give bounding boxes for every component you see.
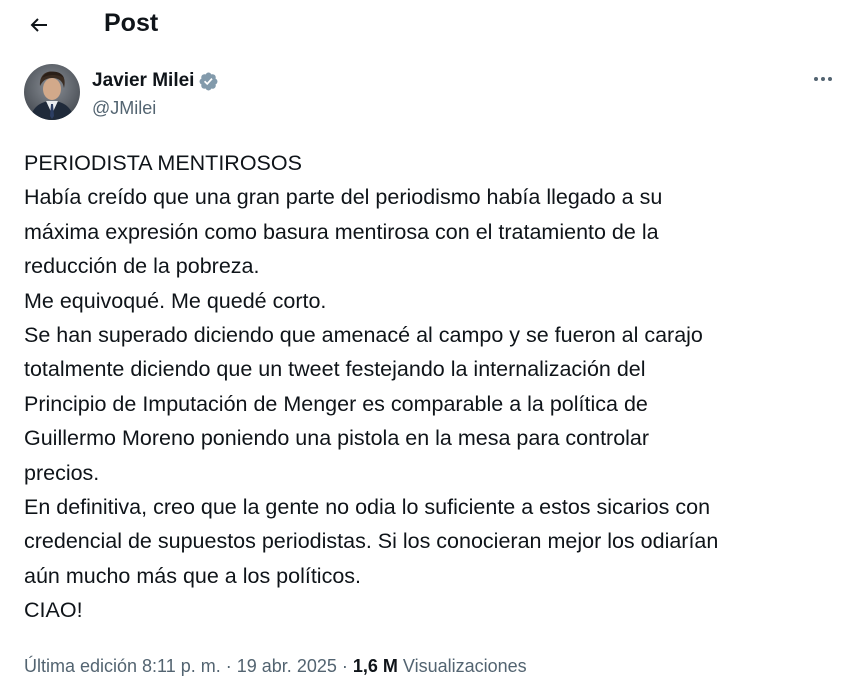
tweet-line: credencial de supuestos periodistas. Si …	[24, 529, 719, 554]
page-title: Post	[104, 9, 159, 37]
more-icon	[814, 77, 832, 81]
tweet-metadata: Última edición 8:11 p. m. · 19 abr. 2025…	[24, 653, 527, 679]
tweet-line: aún mucho más que a los políticos.	[24, 563, 362, 588]
edited-timestamp-link[interactable]: Última edición 8:11 p. m.	[24, 656, 221, 676]
avatar[interactable]	[24, 64, 80, 120]
more-options-button[interactable]	[808, 66, 838, 92]
tweet-line: Guillermo Moreno poniendo una pistola en…	[24, 426, 650, 451]
user-handle[interactable]: @JMilei	[92, 96, 156, 120]
separator: ·	[336, 656, 353, 676]
tweet-line: PERIODISTA MENTIROSOS	[24, 151, 302, 175]
separator: ·	[220, 656, 237, 676]
tweet-text: PERIODISTA MENTIROSOS Había creído que u…	[24, 146, 844, 628]
tweet-line: En definitiva, creo que la gente no odia…	[24, 495, 711, 520]
post-date-link[interactable]: 19 abr. 2025	[237, 656, 337, 676]
back-button[interactable]	[22, 8, 56, 42]
tweet-line: Principio de Imputación de Menger es com…	[24, 391, 648, 416]
name-row: Javier Milei	[92, 68, 219, 94]
back-arrow-icon	[30, 18, 47, 32]
tweet-line: CIAO!	[24, 598, 83, 623]
views-count: 1,6 M	[352, 656, 398, 676]
views-label: Visualizaciones	[397, 656, 527, 676]
tweet-line: Había creído que una gran parte del peri…	[24, 185, 663, 210]
tweet-line: máxima expresión como basura mentirosa c…	[24, 219, 659, 244]
profile-photo-icon	[24, 64, 80, 120]
tweet-line: totalmente diciendo que un tweet festeja…	[24, 357, 646, 382]
tweet-line: Me equivoqué. Me quedé corto.	[24, 288, 327, 313]
tweet-line: Se han superado diciendo que amenacé al …	[24, 323, 703, 348]
tweet-line: reducción de la pobreza.	[24, 254, 260, 279]
verified-badge-icon	[198, 71, 219, 92]
tweet-author: Javier Milei @JMilei	[24, 64, 838, 124]
top-bar: Post	[0, 0, 862, 50]
tweet-line: precios.	[24, 460, 100, 485]
display-name[interactable]: Javier Milei	[92, 68, 194, 94]
